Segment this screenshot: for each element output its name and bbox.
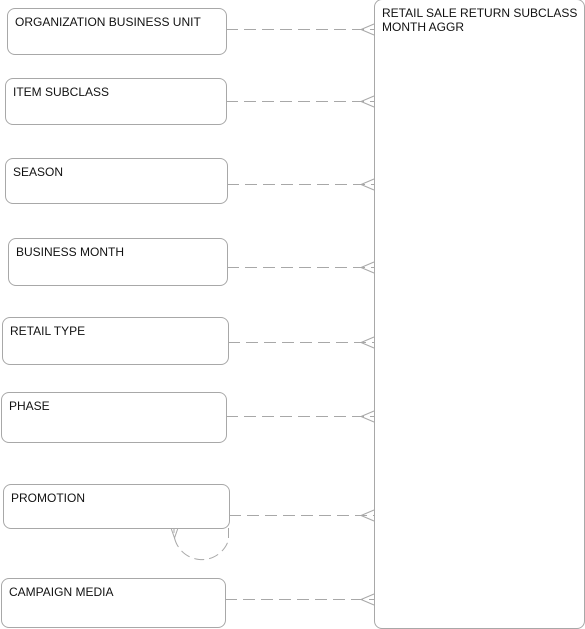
entity-organization-business-unit[interactable]: ORGANIZATION BUSINESS UNIT — [7, 8, 227, 55]
entity-name: RETAIL TYPE — [10, 324, 86, 338]
entity-name: PHASE — [9, 399, 50, 413]
entity-name: CAMPAIGN MEDIA — [9, 585, 114, 599]
entity-item-subclass[interactable]: ITEM SUBCLASS — [5, 78, 227, 125]
entity-campaign-media[interactable]: CAMPAIGN MEDIA — [1, 578, 226, 628]
relationship-promotion-self[interactable] — [170, 527, 229, 561]
entity-name: PROMOTION — [11, 491, 85, 505]
relationship-business-month[interactable] — [227, 261, 375, 274]
entity-retail-type[interactable]: RETAIL TYPE — [2, 317, 229, 365]
relationship-phase[interactable] — [226, 410, 375, 423]
relationship-item-subclass[interactable] — [226, 95, 375, 108]
entity-phase[interactable]: PHASE — [1, 392, 227, 443]
entity-name: BUSINESS MONTH — [16, 245, 125, 259]
relationship-campaign-media[interactable] — [225, 593, 375, 606]
entity-name: ORGANIZATION BUSINESS UNIT — [15, 15, 201, 29]
entity-retail-sale-return-subclass-month-aggr[interactable]: RETAIL SALE RETURN SUBCLASS MONTH AGGR — [374, 0, 585, 629]
relationship-promotion[interactable] — [229, 509, 375, 522]
relationship-org-business-unit[interactable] — [226, 23, 375, 36]
entity-name: SEASON — [13, 165, 64, 179]
entity-name: RETAIL SALE RETURN SUBCLASS MONTH AGGR — [382, 6, 578, 34]
entity-name: ITEM SUBCLASS — [13, 85, 110, 99]
entity-season[interactable]: SEASON — [5, 158, 228, 204]
entity-promotion[interactable]: PROMOTION — [3, 484, 230, 529]
relationship-retail-type[interactable] — [228, 336, 375, 349]
entity-business-month[interactable]: BUSINESS MONTH — [8, 238, 228, 286]
relationship-season[interactable] — [227, 178, 375, 191]
